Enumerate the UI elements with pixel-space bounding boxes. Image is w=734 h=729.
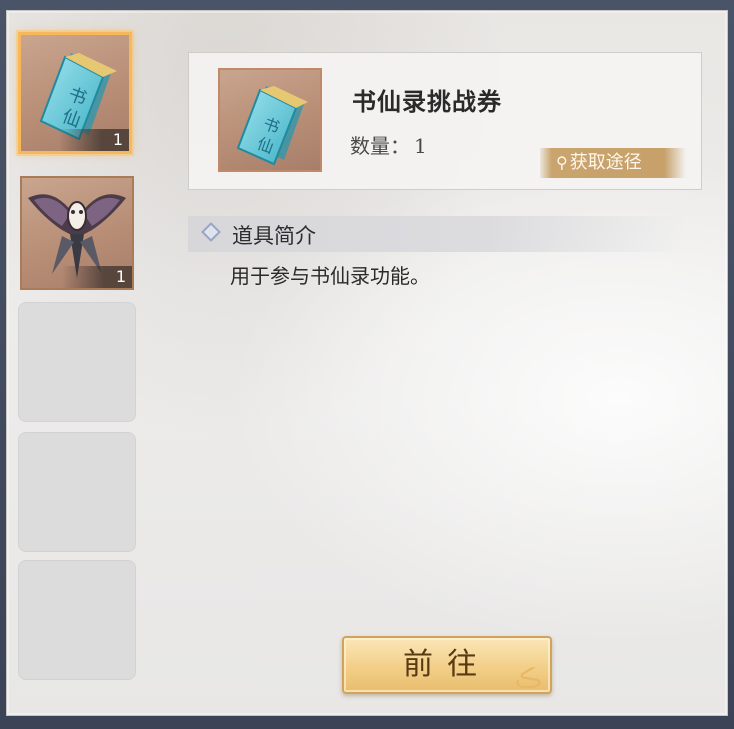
item-detail-icon: 书 仙 [218, 68, 322, 172]
inventory-slot-empty[interactable] [18, 560, 136, 680]
scroll-ticket-icon: 书 仙 [236, 86, 308, 166]
search-icon: ⚲ [556, 153, 568, 172]
acquire-source-button[interactable]: ⚲ 获取途径 [540, 148, 686, 178]
slot-count: 1 [59, 129, 129, 151]
acquire-label: 获取途径 [569, 152, 642, 173]
swirl-decoration-icon: ڪ [514, 664, 542, 694]
inventory-sidebar: 书 仙 1 1 [10, 32, 138, 692]
inventory-slot-kite[interactable]: 1 [20, 176, 134, 290]
inventory-slot-challenge-ticket[interactable]: 书 仙 1 [18, 32, 132, 154]
section-title: 道具简介 [232, 224, 316, 248]
inventory-slot-empty[interactable] [18, 302, 136, 422]
item-name: 书仙录挑战券 [352, 87, 502, 116]
go-button[interactable]: 前往 ڪ [342, 636, 552, 694]
quantity-value: 1 [414, 134, 427, 158]
go-button-label: 前往 [403, 647, 491, 682]
item-description: 用于参与书仙录功能。 [230, 264, 430, 288]
inventory-slot-empty[interactable] [18, 432, 136, 552]
quantity-label: 数量： [350, 134, 410, 158]
quantity-row: 数量： 1 [350, 130, 427, 159]
slot-count: 1 [62, 266, 132, 288]
